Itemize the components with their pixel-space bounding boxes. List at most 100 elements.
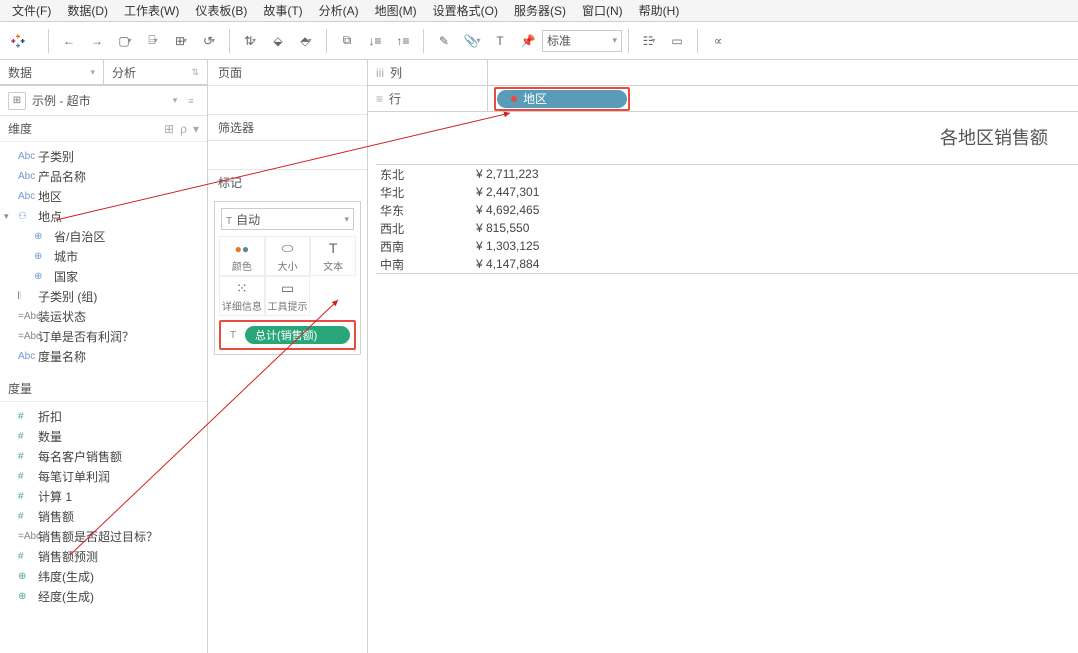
- attach-button[interactable]: 📎▾: [459, 28, 485, 54]
- swap-button[interactable]: ⇅▾: [237, 28, 263, 54]
- marks-type-select[interactable]: T自动▾: [221, 208, 354, 230]
- field-国家[interactable]: ⊕国家: [0, 266, 207, 286]
- field-销售额[interactable]: #销售额: [0, 506, 207, 526]
- table-row[interactable]: 西北¥ 815,550: [376, 219, 1078, 237]
- field-计算 1[interactable]: #计算 1: [0, 486, 207, 506]
- rows-shelf[interactable]: 地区: [488, 86, 1078, 111]
- filters-shelf[interactable]: 筛选器: [208, 115, 367, 141]
- text-mark-icon: T: [225, 330, 241, 341]
- rows-icon: ≡: [376, 92, 383, 106]
- region-pill[interactable]: 地区: [497, 90, 627, 108]
- datasource-name: 示例 - 超市: [32, 92, 167, 109]
- new-worksheet-button[interactable]: ⊞▾: [168, 28, 194, 54]
- worksheet-title[interactable]: 各地区销售额: [368, 112, 1078, 156]
- menu-server[interactable]: 服务器(S): [506, 0, 574, 21]
- detail-icon: ⁙: [236, 280, 248, 296]
- marks-pill-highlight: T 总计(销售额): [219, 320, 356, 350]
- menu-dashboard[interactable]: 仪表板(B): [187, 0, 255, 21]
- menu-map[interactable]: 地图(M): [367, 0, 425, 21]
- field-经度(生成)[interactable]: ⊕经度(生成): [0, 586, 207, 606]
- field-地点[interactable]: ▾⚇地点: [0, 206, 207, 226]
- sort-desc-button[interactable]: ⬘▾: [293, 28, 319, 54]
- marks-card: T自动▾ ●●颜色 ⬭大小 T文本 ⁙详细信息 ▭工具提示 T 总计(销售额): [214, 201, 361, 355]
- field-度量名称[interactable]: Abc度量名称: [0, 346, 207, 366]
- marks-detail[interactable]: ⁙详细信息: [219, 276, 265, 316]
- menu-worksheet[interactable]: 工作表(W): [116, 0, 187, 21]
- dimensions-list: Abc子类别Abc产品名称Abc地区▾⚇地点⊕省/自治区⊕城市⊕国家𝄃子类别 (…: [0, 142, 207, 370]
- duplicate-button[interactable]: ↺▾: [196, 28, 222, 54]
- tableau-logo-icon[interactable]: [4, 27, 32, 55]
- field-销售额预测[interactable]: #销售额预测: [0, 546, 207, 566]
- label-button[interactable]: T: [487, 28, 513, 54]
- menu-data[interactable]: 数据(D): [59, 0, 116, 21]
- showme-cards-button[interactable]: ☷▾: [636, 28, 662, 54]
- save-button[interactable]: ▢▾: [112, 28, 138, 54]
- search-icon[interactable]: ρ: [180, 122, 187, 136]
- presentation-button[interactable]: ▭: [664, 28, 690, 54]
- field-子类别[interactable]: Abc子类别: [0, 146, 207, 166]
- data-pane: 数据▾ 分析⇅ ⊞ 示例 - 超市 ▾ ≡ 维度 ⊞ρ▾ Abc子类别Abc产品…: [0, 60, 208, 653]
- share-button[interactable]: ∝: [705, 28, 731, 54]
- tab-analysis[interactable]: 分析⇅: [104, 60, 207, 84]
- datasource-select[interactable]: ⊞ 示例 - 超市 ▾ ≡: [0, 86, 207, 116]
- field-每名客户销售额[interactable]: #每名客户销售额: [0, 446, 207, 466]
- table-row[interactable]: 西南¥ 1,303,125: [376, 237, 1078, 255]
- new-datasource-button[interactable]: ⌸▾: [140, 28, 166, 54]
- sum-sales-pill[interactable]: 总计(销售额): [245, 326, 350, 344]
- highlight-button[interactable]: ✎: [431, 28, 457, 54]
- dimensions-header: 维度 ⊞ρ▾: [0, 116, 207, 142]
- menu-file[interactable]: 文件(F): [4, 0, 59, 21]
- table-row[interactable]: 中南¥ 4,147,884: [376, 255, 1078, 273]
- datasource-caret-icon[interactable]: ▾: [167, 95, 183, 106]
- menu-help[interactable]: 帮助(H): [631, 0, 688, 21]
- pin-button[interactable]: 📌: [515, 28, 541, 54]
- field-订单是否有利润？[interactable]: =Abc订单是否有利润？: [0, 326, 207, 346]
- datasource-menu-icon[interactable]: ≡: [183, 96, 199, 106]
- toolbar: ← → ▢▾ ⌸▾ ⊞▾ ↺▾ ⇅▾ ⬙ ⬘▾ ⧉ ↓≡ ↑≡ ✎ 📎▾ T 📌…: [0, 22, 1078, 60]
- sort-2-button[interactable]: ↓≡: [362, 28, 388, 54]
- columns-icon: iii: [376, 66, 384, 80]
- table-row[interactable]: 东北¥ 2,711,223: [376, 165, 1078, 183]
- marks-text[interactable]: T文本: [310, 236, 356, 276]
- field-纬度(生成)[interactable]: ⊕纬度(生成): [0, 566, 207, 586]
- field-折扣[interactable]: #折扣: [0, 406, 207, 426]
- tooltip-icon: ▭: [281, 280, 294, 296]
- rows-shelf-label: ≡行: [368, 86, 488, 111]
- field-产品名称[interactable]: Abc产品名称: [0, 166, 207, 186]
- datasource-icon: ⊞: [8, 92, 26, 110]
- marks-size[interactable]: ⬭大小: [265, 236, 311, 276]
- rows-pill-highlight: 地区: [494, 87, 630, 111]
- menu-analysis[interactable]: 分析(A): [311, 0, 367, 21]
- redo-button[interactable]: →: [84, 28, 110, 54]
- field-销售额是否超过目标？[interactable]: =Abc销售额是否超过目标？: [0, 526, 207, 546]
- field-地区[interactable]: Abc地区: [0, 186, 207, 206]
- view-toggle-icon[interactable]: ⊞: [164, 122, 174, 136]
- tab-data[interactable]: 数据▾: [0, 60, 104, 84]
- columns-shelf[interactable]: [488, 60, 1078, 85]
- size-icon: ⬭: [282, 240, 294, 256]
- menu-bar: 文件(F) 数据(D) 工作表(W) 仪表板(B) 故事(T) 分析(A) 地图…: [0, 0, 1078, 22]
- group-button[interactable]: ⧉: [334, 28, 360, 54]
- table-row[interactable]: 华北¥ 2,447,301: [376, 183, 1078, 201]
- sort-asc-button[interactable]: ⬙: [265, 28, 291, 54]
- pages-shelf[interactable]: 页面: [208, 60, 367, 86]
- field-装运状态[interactable]: =Abc装运状态: [0, 306, 207, 326]
- text-icon: T: [329, 240, 338, 256]
- menu-format[interactable]: 设置格式(O): [425, 0, 506, 21]
- field-数量[interactable]: #数量: [0, 426, 207, 446]
- field-省/自治区[interactable]: ⊕省/自治区: [0, 226, 207, 246]
- fit-select-label: 标准: [547, 32, 571, 49]
- menu-window[interactable]: 窗口(N): [574, 0, 631, 21]
- sort-3-button[interactable]: ↑≡: [390, 28, 416, 54]
- table-row[interactable]: 华东¥ 4,692,465: [376, 201, 1078, 219]
- field-城市[interactable]: ⊕城市: [0, 246, 207, 266]
- menu-story[interactable]: 故事(T): [255, 0, 310, 21]
- marks-empty: [310, 276, 356, 316]
- field-每笔订单利润[interactable]: #每笔订单利润: [0, 466, 207, 486]
- marks-tooltip[interactable]: ▭工具提示: [265, 276, 311, 316]
- data-table: 东北¥ 2,711,223华北¥ 2,447,301华东¥ 4,692,465西…: [376, 164, 1078, 274]
- field-子类别 (组)[interactable]: 𝄃子类别 (组): [0, 286, 207, 306]
- marks-color[interactable]: ●●颜色: [219, 236, 265, 276]
- undo-button[interactable]: ←: [56, 28, 82, 54]
- fit-select[interactable]: 标准▾: [542, 30, 622, 52]
